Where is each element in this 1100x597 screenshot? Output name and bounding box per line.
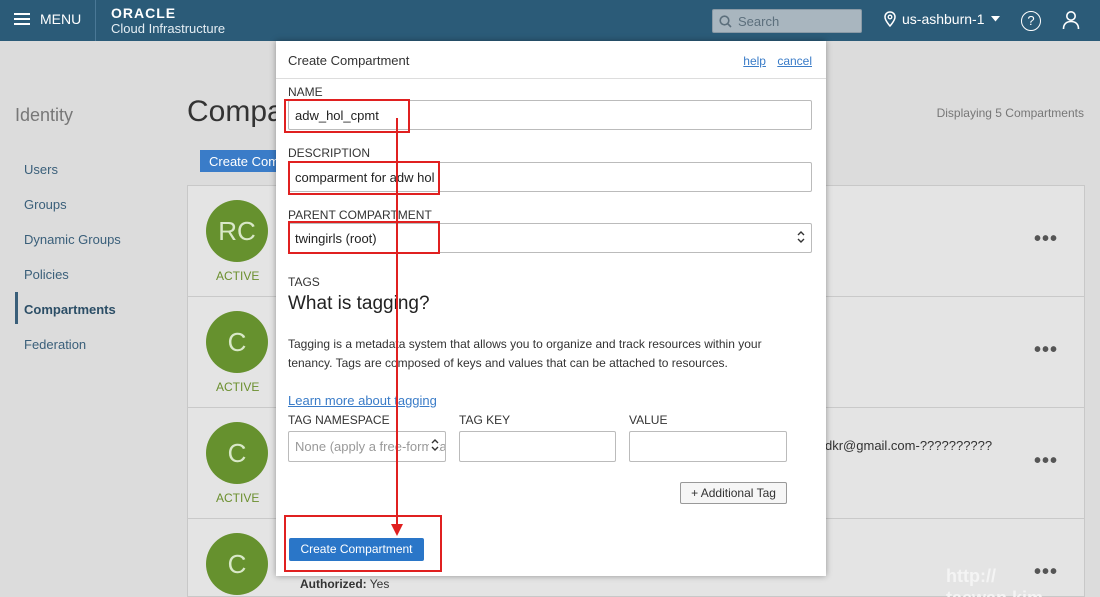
annotation-arrow [391,118,403,536]
